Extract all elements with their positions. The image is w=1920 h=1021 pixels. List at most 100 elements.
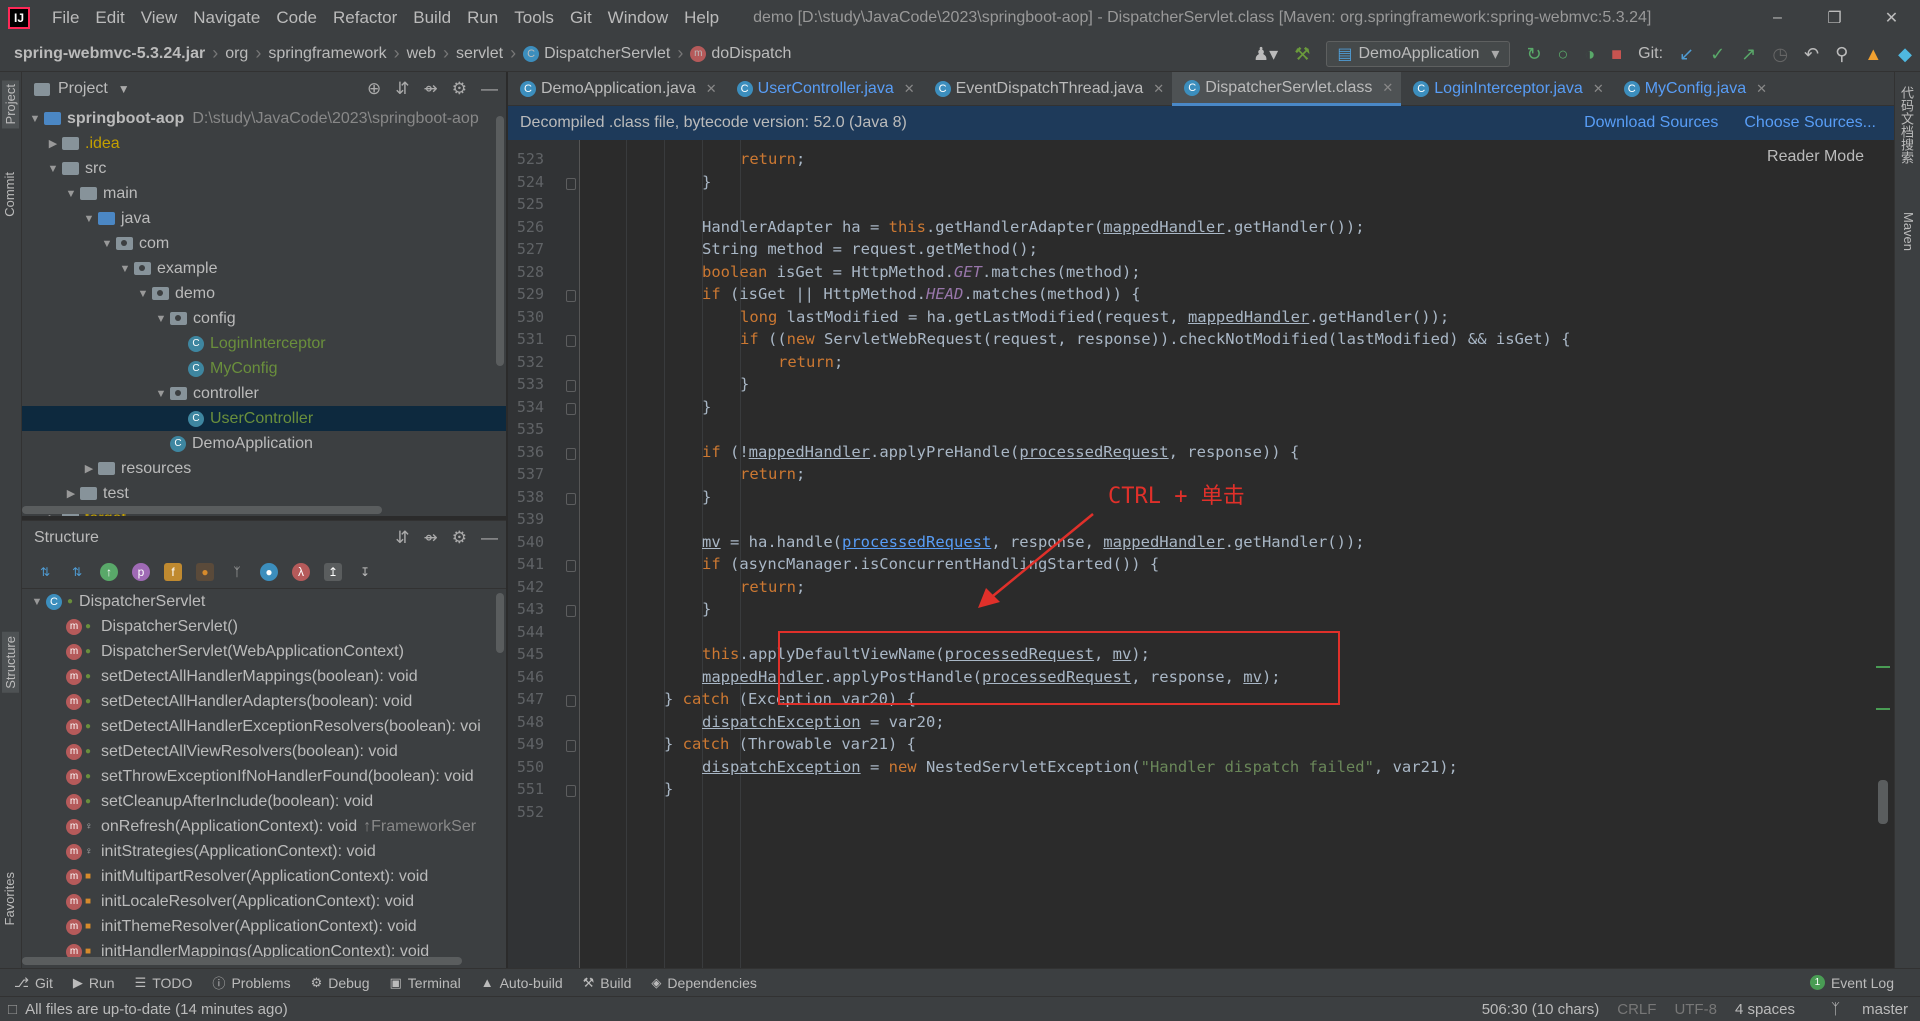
menu-view[interactable]: View [133,8,186,28]
menu-navigate[interactable]: Navigate [185,8,268,28]
tool-window-todo[interactable]: ☰ TODO [135,975,193,991]
editor-tab[interactable]: C DispatcherServlet.class ✕ [1172,72,1402,106]
structure-member[interactable]: m ● setThrowExceptionIfNoHandlerFound(bool… [22,764,506,789]
breadcrumb-springframework[interactable]: springframework [268,45,386,63]
line-separator[interactable]: CRLF [1617,1001,1656,1018]
show-inherited-icon[interactable]: ↑ [100,562,118,581]
tool-window-git[interactable]: ⎇ Git [14,975,53,991]
code-line[interactable]: dispatchException = var20; [702,713,945,731]
close-tab-icon[interactable]: ✕ [1593,81,1604,97]
hide-panel-icon[interactable]: — [481,528,498,548]
tree-item[interactable]: ▼ controller [22,381,506,406]
code-line[interactable]: String method = request.getMethod(); [702,240,1038,258]
structure-member[interactable]: m ● setDetectAllHandlerMappings(boolean): … [22,664,506,689]
tree-root[interactable]: ▼ springboot-aop D:\study\JavaCode\2023\… [22,106,506,131]
code-line[interactable]: long lastModified = ha.getLastModified(r… [740,308,1449,326]
tree-item[interactable]: ▼ main [22,181,506,206]
menu-tools[interactable]: Tools [506,8,562,28]
menu-git[interactable]: Git [562,8,600,28]
breadcrumb-servlet[interactable]: servlet [456,45,503,63]
status-toggle-icon[interactable]: □ [8,1001,17,1018]
code-line[interactable]: } [702,398,711,416]
expand-all-icon[interactable]: ⇵ [395,528,409,548]
caret-position[interactable]: 506:30 (10 chars) [1482,1001,1600,1018]
expand-arrow-icon[interactable]: ▼ [80,213,98,225]
expand-arrow-icon[interactable]: ▼ [134,288,152,300]
code-line[interactable]: dispatchException = new NestedServletExc… [702,758,1458,776]
minimize-button[interactable]: – [1749,0,1806,36]
file-encoding[interactable]: UTF-8 [1674,1001,1717,1018]
git-commit-icon[interactable]: ✓ [1710,44,1725,65]
project-tree-scrollbar[interactable] [496,116,504,366]
menu-help[interactable]: Help [676,8,727,28]
breadcrumb-method[interactable]: doDispatch [711,45,791,63]
tool-window-problems[interactable]: ⓘ Problems [212,973,290,992]
breadcrumb-org[interactable]: org [225,45,248,63]
structure-member[interactable]: m ● setDetectAllHandlerAdapters(boolean): … [22,689,506,714]
collapse-all-icon[interactable]: ⇴ [424,528,438,548]
show-properties-icon[interactable]: p [132,562,150,581]
code-line[interactable]: return; [778,353,843,371]
tree-item[interactable]: ▶ .idea [22,131,506,156]
expand-all-icon[interactable]: ⇵ [395,79,409,99]
code-line[interactable]: return; [740,578,805,596]
close-tab-icon[interactable]: ✕ [1756,81,1767,97]
git-push-icon[interactable]: ↗ [1741,44,1756,65]
structure-member[interactable]: m ♀ initStrategies(ApplicationContext): vo… [22,839,506,864]
show-fields-icon[interactable]: f [164,562,182,581]
expand-arrow-icon[interactable]: ▶ [44,137,62,150]
menu-edit[interactable]: Edit [87,8,132,28]
menu-run[interactable]: Run [459,8,506,28]
code-editor[interactable]: 523 524 525 526 527 528 529 530 531 532 533 534 535 5… [508,140,1894,997]
sort-alpha-icon[interactable]: ⇅ [68,563,86,581]
favorites-tool-tab[interactable]: Favorites [2,872,17,925]
code-line[interactable]: } [740,375,749,393]
project-tool-tab[interactable]: Project [2,80,19,129]
code-line[interactable]: return; [740,150,805,168]
editor-tab[interactable]: C MyConfig.java ✕ [1612,72,1775,106]
debug-icon[interactable]: ○ [1558,44,1569,65]
sort-visibility-icon[interactable]: ⇅ [36,563,54,581]
tool-window-dependencies[interactable]: ◈ Dependencies [651,975,757,991]
code-line[interactable]: HandlerAdapter ha = this.getHandlerAdapt… [702,218,1365,236]
collapse-all-icon[interactable]: ⇴ [424,79,438,99]
line-gutter[interactable]: 523 524 525 526 527 528 529 530 531 532 533 534 535 5… [508,140,580,968]
structure-member[interactable]: m ■ initLocaleResolver(ApplicationContext)… [22,889,506,914]
git-update-icon[interactable]: ↙ [1679,44,1694,65]
tree-item[interactable]: ▼ java [22,206,506,231]
editor-tab[interactable]: C LoginInterceptor.java ✕ [1401,72,1611,106]
show-lambdas-icon[interactable]: ● [260,562,278,581]
expand-arrow-icon[interactable]: ▼ [152,313,170,325]
tool-window-debug[interactable]: ⚙ Debug [311,975,370,991]
code-line[interactable]: boolean isGet = HttpMethod.GET.matches(m… [702,263,1141,281]
expand-arrow-icon[interactable]: ▼ [116,263,134,275]
structure-tool-tab[interactable]: Structure [2,632,19,693]
close-tab-icon[interactable]: ✕ [706,81,717,97]
indent-setting[interactable]: 4 spaces [1735,1001,1795,1018]
editor-tab[interactable]: C UserController.java ✕ [725,72,923,106]
fold-marker-icon[interactable] [566,740,576,752]
fold-marker-icon[interactable] [566,695,576,707]
project-panel-title[interactable]: Project [58,80,108,98]
close-button[interactable]: ✕ [1863,0,1920,36]
expand-arrow-icon[interactable]: ▶ [80,462,98,475]
autoscroll-from-source-icon[interactable]: ↧ [356,563,374,581]
code-line[interactable]: } [702,173,711,191]
structure-member[interactable]: m ● setDetectAllViewResolvers(boolean): vo… [22,739,506,764]
build-hammer-icon[interactable]: ⚒ [1294,44,1310,65]
locate-icon[interactable]: ⊕ [367,79,381,99]
show-anonymous-icon[interactable]: ᛉ [228,563,246,581]
tree-item[interactable]: ▶ resources [22,456,506,481]
git-branch[interactable]: ᛉ master [1813,1001,1908,1018]
breadcrumb-class[interactable]: DispatcherServlet [544,45,670,63]
fold-marker-icon[interactable] [566,560,576,572]
rollback-icon[interactable]: ↶ [1804,44,1819,65]
tree-item[interactable]: LoginInterceptor [22,331,506,356]
settings-gear-icon[interactable]: ⚙ [452,79,467,99]
editor-vscrollbar[interactable] [1878,780,1888,824]
fold-marker-icon[interactable] [566,447,576,460]
stop-icon[interactable]: ■ [1611,44,1622,65]
hide-panel-icon[interactable]: — [481,79,498,99]
tool-window-build[interactable]: ⚒ Build [583,975,632,991]
structure-member[interactable]: m ● setCleanupAfterInclude(boolean): void [22,789,506,814]
